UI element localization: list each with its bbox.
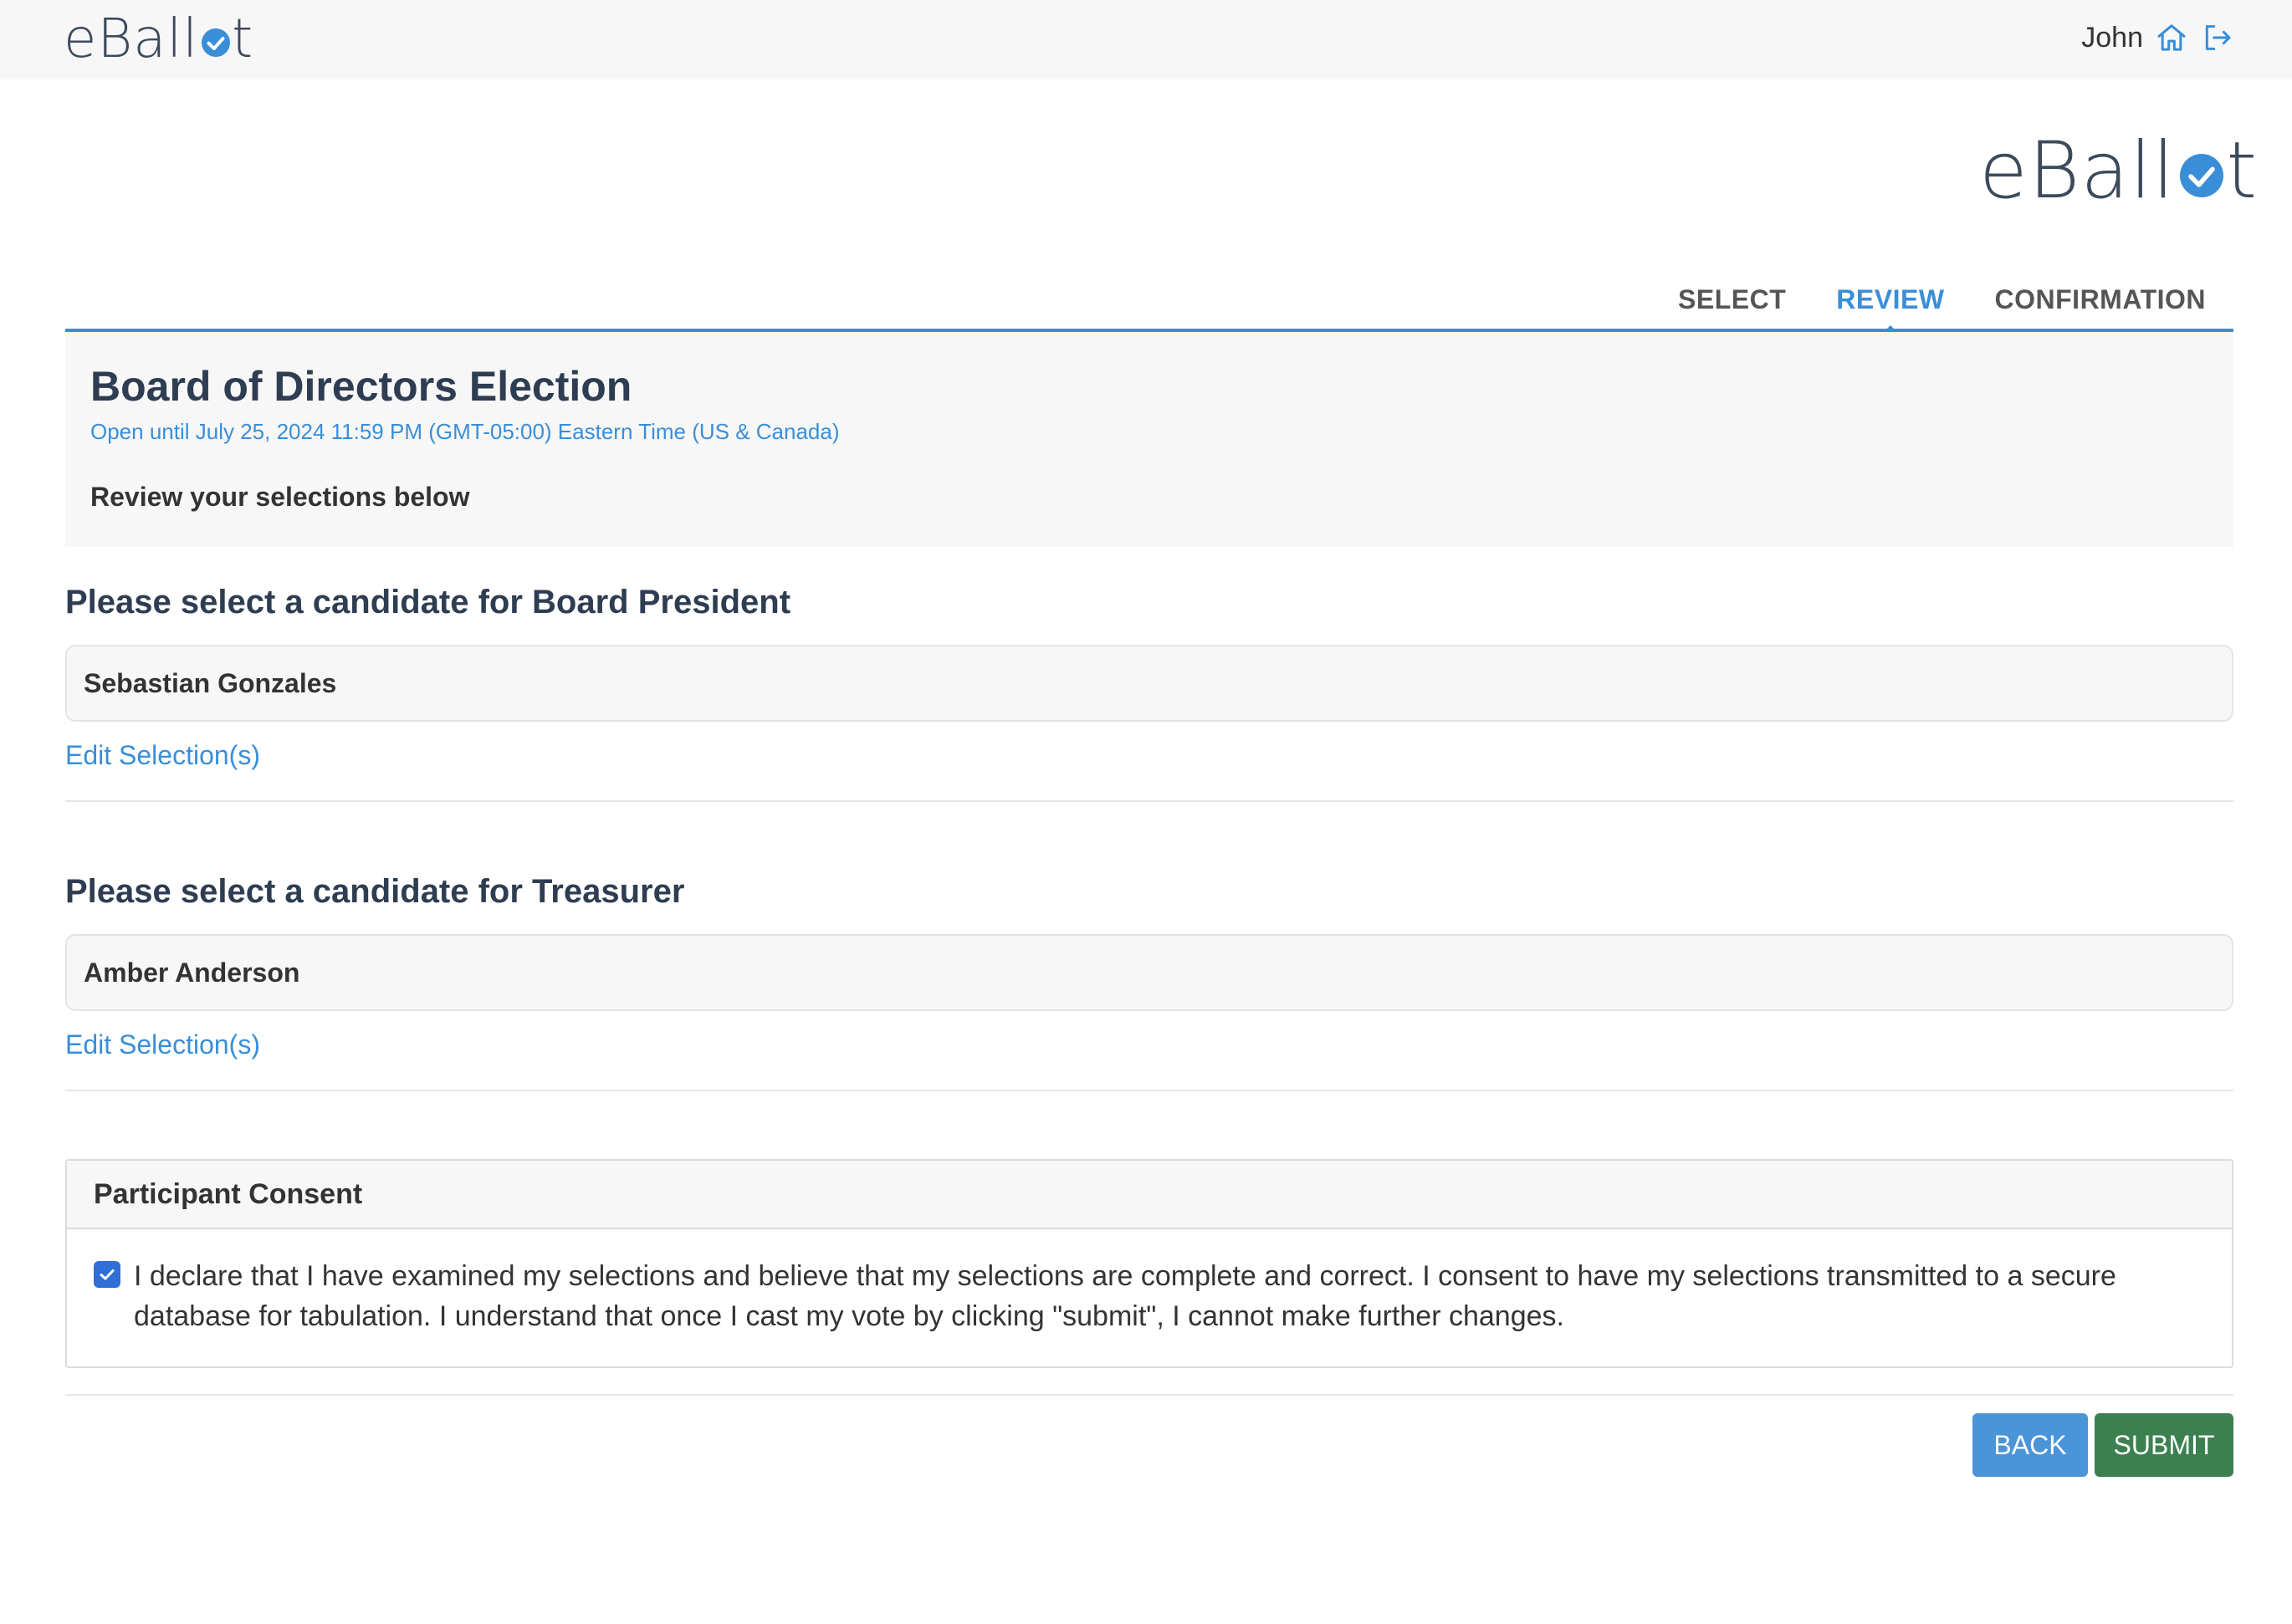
consent-checkbox[interactable] bbox=[94, 1261, 120, 1288]
user-name: John bbox=[2081, 21, 2143, 54]
edit-selection-link[interactable]: Edit Selection(s) bbox=[65, 740, 260, 771]
top-bar: eBall t John bbox=[0, 0, 2292, 79]
back-button[interactable]: BACK bbox=[1972, 1413, 2088, 1477]
home-icon[interactable] bbox=[2155, 21, 2188, 54]
brand-check-icon bbox=[2180, 154, 2224, 197]
election-header: Board of Directors Election Open until J… bbox=[65, 332, 2233, 547]
edit-selection-link[interactable]: Edit Selection(s) bbox=[65, 1029, 260, 1060]
election-title: Board of Directors Election bbox=[90, 363, 632, 410]
section-divider bbox=[65, 800, 2233, 802]
header-logo[interactable]: eBall t bbox=[64, 8, 253, 70]
participant-consent-panel: Participant Consent I declare that I hav… bbox=[65, 1159, 2233, 1368]
brand-logo: eBall t bbox=[1979, 125, 2258, 217]
submit-button[interactable]: SUBMIT bbox=[2095, 1413, 2233, 1477]
brand-logo-prefix: eBall bbox=[1979, 125, 2176, 217]
logout-icon[interactable] bbox=[2200, 21, 2233, 54]
logo-check-icon bbox=[202, 28, 231, 57]
selected-candidate: Amber Anderson bbox=[65, 934, 2233, 1011]
election-deadline: Open until July 25, 2024 11:59 PM (GMT-0… bbox=[90, 419, 840, 444]
consent-statement: I declare that I have examined my select… bbox=[134, 1260, 2116, 1332]
question-treasurer: Please select a candidate for Treasurer … bbox=[65, 873, 2233, 1060]
section-divider bbox=[65, 1090, 2233, 1091]
question-board-president: Please select a candidate for Board Pres… bbox=[65, 584, 2233, 771]
action-buttons: BACK SUBMIT bbox=[1972, 1413, 2233, 1477]
logo-text-suffix: t bbox=[232, 8, 254, 70]
question-title: Please select a candidate for Treasurer bbox=[65, 873, 685, 910]
consent-body: I declare that I have examined my select… bbox=[67, 1229, 2232, 1336]
step-review: REVIEW bbox=[1836, 284, 1945, 334]
step-select: SELECT bbox=[1678, 284, 1787, 314]
consent-title: Participant Consent bbox=[67, 1161, 2232, 1229]
user-area: John bbox=[2081, 17, 2233, 59]
question-title: Please select a candidate for Board Pres… bbox=[65, 584, 791, 620]
progress-steps: SELECT REVIEW CONFIRMATION bbox=[1678, 284, 2206, 334]
review-instructions: Review your selections below bbox=[90, 482, 470, 512]
logo-text-prefix: eBall bbox=[64, 8, 199, 70]
selected-candidate: Sebastian Gonzales bbox=[65, 645, 2233, 722]
step-confirmation: CONFIRMATION bbox=[1994, 284, 2206, 314]
footer-divider bbox=[65, 1394, 2233, 1396]
brand-logo-suffix: t bbox=[2226, 125, 2259, 217]
